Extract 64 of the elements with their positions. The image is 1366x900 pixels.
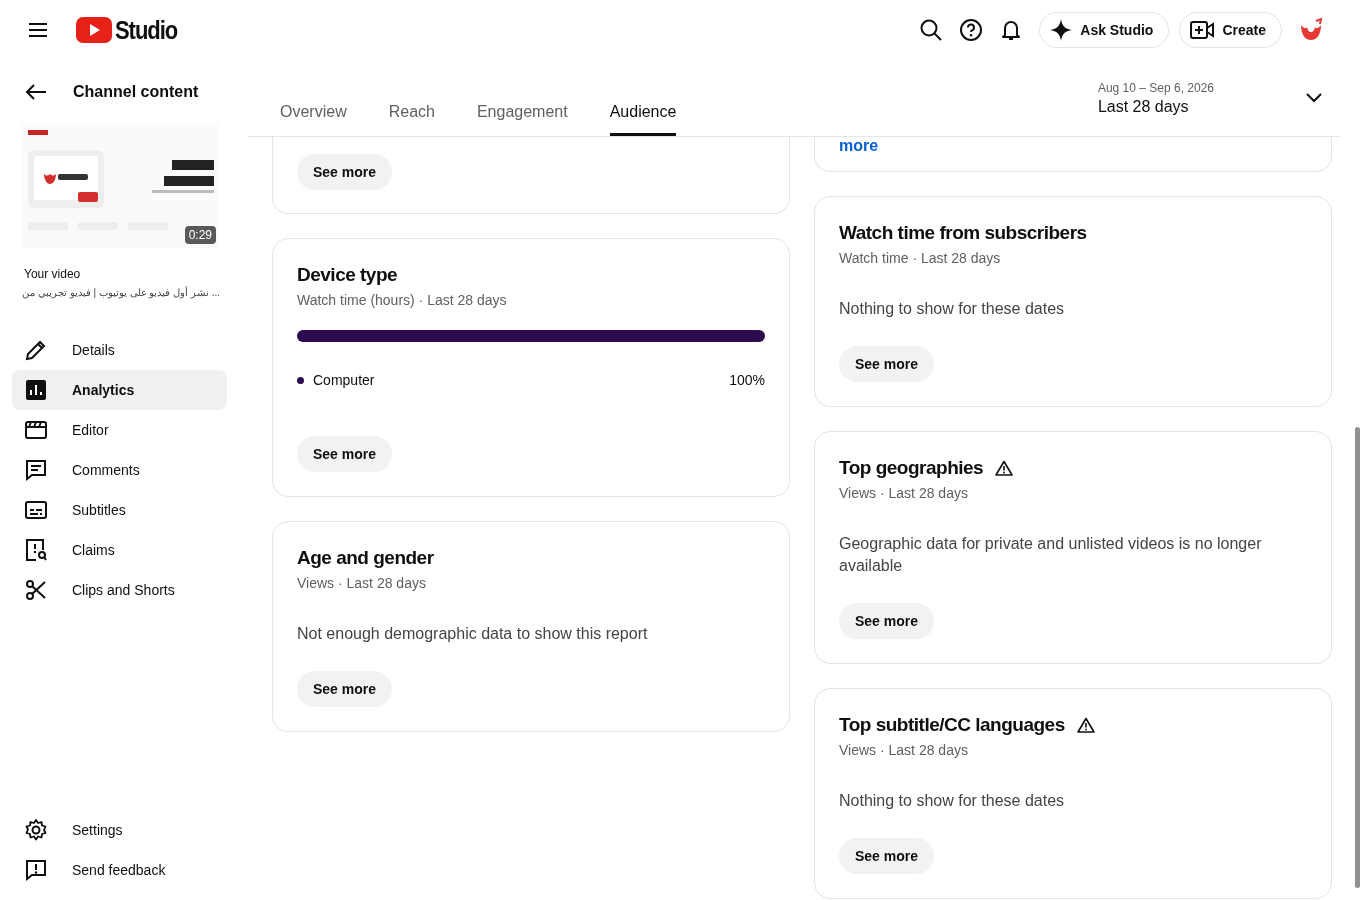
see-more-button[interactable]: See more [839,838,935,874]
see-more-link[interactable]: more [839,138,879,154]
duration-badge: 0:29 [184,226,216,244]
legend-value: 100% [729,372,765,388]
empty-message: Nothing to show for these dates [839,791,1066,811]
card-subtitle: Views · Last 28 days [839,742,969,758]
nav-item[interactable]: Details [12,330,227,370]
see-more-button[interactable]: See more [839,603,935,639]
logo-text: Studio [115,15,178,45]
card-subtitle: Views · Last 28 days [839,485,969,501]
card-subtitle: Views · Last 28 days [297,575,427,591]
card-subtitle: Watch time (hours) · Last 28 days [297,292,508,308]
nav-item[interactable]: Claims [12,530,227,570]
nav-item[interactable]: Clips and Shorts [12,570,227,610]
nav-item[interactable]: Editor [12,410,227,450]
feedback-icon [24,858,48,882]
tab[interactable]: Engagement [455,103,589,136]
comment-icon [24,458,48,482]
back-label: Channel content [73,83,199,101]
help-icon[interactable] [959,18,984,42]
sparkle-icon [1050,19,1073,41]
video-title: ... نشر أول فيديو على يوتيوب | فيديو تجريبي من [24,287,220,298]
create-button[interactable]: Create [1179,12,1282,48]
subtitles-icon [24,498,48,522]
legend-label: Computer [313,372,376,388]
see-more-button[interactable]: See more [297,671,393,707]
tab[interactable]: Overview [280,103,368,136]
see-more-button[interactable]: See more [297,154,393,190]
warning-icon[interactable] [995,460,1014,476]
scissors-icon [24,578,48,602]
nav-item[interactable]: Analytics [12,370,227,410]
menu-icon[interactable] [28,22,48,38]
video-label: Your video [24,267,82,281]
play-logo-icon [76,17,112,43]
nav-item[interactable]: Subtitles [12,490,227,530]
avatar-icon[interactable] [1298,17,1324,43]
date-range-selector[interactable]: Aug 10 – Sep 6, 2026 Last 28 days [1097,60,1340,136]
card-title: Device type [297,264,398,286]
nav-item[interactable]: Send feedback [12,850,227,890]
back-arrow-icon[interactable] [25,83,47,101]
nav-item[interactable]: Settings [12,810,227,850]
empty-message: Not enough demographic data to show this report [297,624,649,644]
card-title: Top geographies [839,457,984,479]
chevron-down-icon [1306,93,1322,103]
claims-icon [24,538,48,562]
warning-icon[interactable] [1076,717,1095,733]
search-icon[interactable] [919,18,944,42]
nav-item[interactable]: Comments [12,450,227,490]
card-title: Watch time from subscribers [839,222,1087,244]
empty-message: Geographic data for private and unlisted videos is no longer available [839,534,1263,576]
scrollbar-thumb[interactable] [1355,427,1360,888]
film-icon [24,418,48,442]
card-title: Top subtitle/CC languages [839,714,1065,736]
card-subtitle: Watch time · Last 28 days [839,250,1002,266]
settings-icon [24,818,48,842]
see-more-button[interactable]: See more [297,436,393,472]
see-more-button[interactable]: See more [839,346,935,382]
card-title: Age and gender [297,547,434,569]
empty-message: Nothing to show for these dates [839,299,1066,319]
tab[interactable]: Reach [367,103,456,136]
video-plus-icon [1190,21,1215,39]
chart-icon [24,378,48,402]
pencil-icon [24,338,48,362]
ask-studio-button[interactable]: Ask Studio [1039,12,1170,48]
